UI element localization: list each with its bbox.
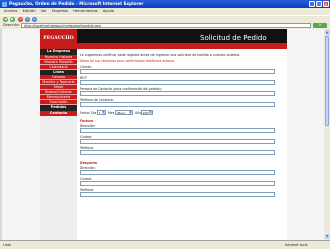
go-button[interactable]: Ir [313, 23, 327, 28]
rut-input[interactable] [80, 80, 275, 85]
menu-favoritos[interactable]: Favoritos [52, 9, 68, 13]
site-container: PEGAUCHO Solicitud de Pedido La Empresa … [40, 29, 287, 240]
despacho-direccion-input[interactable] [80, 170, 275, 175]
mes-value: (Mes) [116, 111, 125, 115]
site-header: PEGAUCHO Solicitud de Pedido [40, 29, 287, 49]
minimize-button[interactable]: _ [309, 1, 315, 7]
mes-label: Mes [108, 110, 115, 115]
menu-ayuda[interactable]: Ayuda [103, 9, 114, 13]
menu-ver[interactable]: Ver [41, 9, 47, 13]
nav-item-historia[interactable]: Nuestra Historia [40, 54, 77, 60]
scroll-up-icon[interactable]: ▲ [324, 29, 330, 35]
address-input[interactable]: http://localhost/pegaucho/esparol/pedido… [21, 23, 311, 28]
address-label: Dirección [3, 23, 19, 27]
window-title: Pegaucho, Orden de Pedido - Microsoft In… [9, 1, 144, 6]
menu-archivo[interactable]: Archivo [4, 9, 17, 13]
page-viewport: PEGAUCHO Solicitud de Pedido La Empresa … [2, 29, 324, 240]
vertical-scrollbar[interactable]: ▲ ▼ [324, 29, 330, 240]
factura-heading: Factura [80, 119, 94, 123]
form-note: Datos de sus cliente/os para confirmació… [80, 59, 176, 63]
menu-herramientas[interactable]: Herramientas [73, 9, 97, 13]
page-title: Solicitud de Pedido [200, 34, 267, 42]
menu-edicion[interactable]: Edición [23, 9, 36, 13]
ie-icon [2, 1, 7, 7]
order-form: Le sugerimos verificar cada registro ant… [77, 49, 287, 240]
title-bar: Pegaucho, Orden de Pedido - Microsoft In… [0, 0, 330, 8]
scroll-thumb[interactable] [324, 36, 330, 126]
mes-select[interactable]: (Mes) ▼ [115, 110, 133, 115]
menu-bar: Archivo Edición Ver Favoritos Herramient… [0, 8, 330, 15]
chevron-down-icon: ▼ [128, 111, 132, 114]
address-bar: Dirección http://localhost/pegaucho/espa… [0, 22, 330, 29]
sidebar-nav: La Empresa Nuestra Historia Nuestra Filo… [40, 49, 77, 240]
dia-value: 7 [98, 111, 101, 115]
factura-telefono-input[interactable] [80, 150, 275, 155]
cliente-input[interactable] [80, 69, 275, 74]
nav-item-filosofia[interactable]: Nuestra Filosofía [40, 59, 77, 65]
chevron-down-icon: ▼ [148, 111, 152, 114]
form-intro: Le sugerimos verificar cada registro ant… [80, 53, 241, 57]
close-button[interactable]: × [323, 1, 329, 7]
fecha-label: Fecha: Día [80, 110, 97, 115]
fecha-row: Fecha: Día 7 ▼ Mes (Mes) ▼ Año 2005 ▼ [80, 110, 280, 115]
browser-window: Pegaucho, Orden de Pedido - Microsoft In… [0, 0, 330, 249]
factura-direccion-input[interactable] [80, 128, 275, 133]
dia-select[interactable]: 7 ▼ [97, 110, 106, 115]
despacho-telefono-input[interactable] [80, 192, 275, 197]
despacho-heading: Despacho [80, 161, 97, 165]
telefono-input[interactable] [80, 102, 275, 107]
logo[interactable]: PEGAUCHO [40, 29, 77, 49]
scroll-down-icon[interactable]: ▼ [324, 234, 330, 239]
chevron-down-icon: ▼ [101, 111, 105, 114]
maximize-button[interactable]: □ [316, 1, 322, 7]
factura-ciudad-input[interactable] [80, 139, 275, 144]
persona-input[interactable] [80, 91, 275, 96]
nav-head-contacto[interactable]: Contacto [40, 110, 77, 116]
despacho-ciudad-input[interactable] [80, 181, 275, 186]
anio-select[interactable]: 2005 ▼ [141, 110, 153, 115]
